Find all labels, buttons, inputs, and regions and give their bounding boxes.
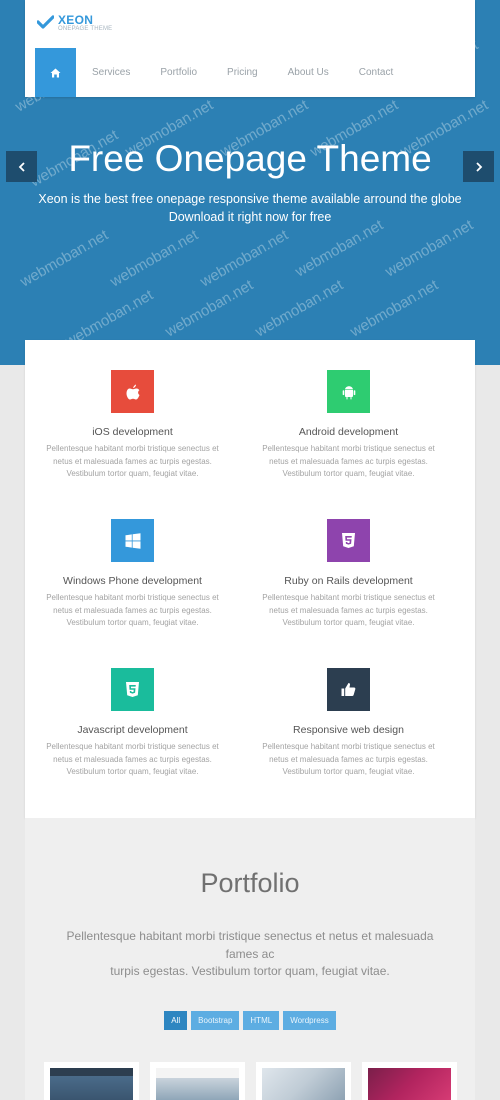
service-description: Pellentesque habitant morbi tristique se… (25, 592, 240, 630)
service-description-line: netus et malesuada fames ac turpis egest… (53, 605, 212, 615)
nav-item-portfolio[interactable]: Portfolio (160, 67, 197, 78)
portfolio-desc-line-1: Pellentesque habitant morbi tristique se… (66, 929, 434, 943)
service-description: Pellentesque habitant morbi tristique se… (241, 592, 456, 630)
service-responsive-design: Responsive web design Pellentesque habita… (241, 668, 456, 779)
service-description-line: Vestibulum tortor quam, feugiat vitae. (282, 767, 415, 776)
watermark-text: webmoban.net (162, 276, 257, 341)
service-description-line: Vestibulum tortor quam, feugiat vitae. (66, 618, 199, 627)
service-description-line: netus et malesuada fames ac turpis egest… (53, 456, 212, 466)
filter-all-button[interactable]: All (164, 1011, 188, 1030)
service-description-line: netus et malesuada fames ac turpis egest… (269, 605, 428, 615)
thumbnail-image (50, 1068, 133, 1100)
nav-item-about-us[interactable]: About Us (288, 67, 329, 78)
service-title: iOS development (92, 426, 173, 438)
watermark-text: webmoban.net (107, 226, 202, 291)
html5-icon (327, 519, 370, 562)
nav-item-services[interactable]: Services (92, 67, 130, 78)
watermark-text: webmoban.net (347, 276, 442, 341)
service-description-line: Vestibulum tortor quam, feugiat vitae. (282, 469, 415, 478)
service-description: Pellentesque habitant morbi tristique se… (25, 443, 240, 481)
apple-icon (111, 370, 154, 413)
watermark-text: webmoban.net (382, 216, 477, 281)
portfolio-desc-line-2: fames ac (225, 946, 275, 961)
service-ios: iOS development Pellentesque habitant mor… (25, 370, 240, 481)
portfolio-filters: All Bootstrap HTML Wordpress (25, 1011, 475, 1030)
portfolio-desc-line-3: turpis egestas. Vestibulum tortor quam, … (110, 964, 390, 978)
watermark-text: webmoban.net (17, 226, 112, 291)
css3-icon (111, 668, 154, 711)
portfolio-section: Portfolio Pellentesque habitant morbi tr… (25, 818, 475, 1100)
hero-section: webmoban.net webmoban.net webmoban.net webm… (0, 0, 500, 365)
service-description-line: Vestibulum tortor quam, feugiat vitae. (66, 469, 199, 478)
service-description-line: netus et malesuada fames ac turpis egest… (269, 754, 428, 764)
nav-item-contact[interactable]: Contact (359, 67, 393, 78)
brand-name: XEON (58, 13, 94, 27)
service-description-line: Pellentesque habitant morbi tristique se… (46, 742, 219, 751)
service-description-line: Pellentesque habitant morbi tristique se… (262, 444, 435, 453)
nav-home-button[interactable] (35, 48, 76, 97)
thumbs-up-icon (327, 668, 370, 711)
services-section: iOS development Pellentesque habitant mor… (25, 340, 475, 818)
main-nav: Services Portfolio Pricing About Us Cont… (35, 48, 408, 97)
service-title: Windows Phone development (63, 575, 202, 587)
service-ruby-on-rails: Ruby on Rails development Pellentesque ha… (241, 519, 456, 630)
hero-subtitle-line-1: Xeon is the best free onepage responsive… (38, 192, 462, 206)
service-description-line: Pellentesque habitant morbi tristique se… (46, 593, 219, 602)
portfolio-title: Portfolio (200, 868, 300, 898)
watermark-text: webmoban.net (292, 216, 387, 281)
service-description-line: Pellentesque habitant morbi tristique se… (262, 593, 435, 602)
watermark-text: webmoban.net (252, 276, 347, 341)
thumbnail-image (156, 1068, 239, 1100)
service-description-line: Pellentesque habitant morbi tristique se… (262, 742, 435, 751)
service-android: Android development Pellentesque habitant… (241, 370, 456, 481)
service-description-line: netus et malesuada fames ac turpis egest… (269, 456, 428, 466)
service-title: Responsive web design (293, 724, 404, 736)
service-description: Pellentesque habitant morbi tristique se… (25, 741, 240, 779)
home-icon (50, 68, 61, 77)
service-javascript: Javascript development Pellentesque habit… (25, 668, 240, 779)
portfolio-description: Pellentesque habitant morbi tristique se… (45, 928, 455, 981)
nav-item-pricing[interactable]: Pricing (227, 67, 258, 78)
thumbnail-image (262, 1068, 345, 1100)
portfolio-thumbnail[interactable] (256, 1062, 351, 1100)
filter-wordpress-button[interactable]: Wordpress (283, 1011, 336, 1030)
filter-html-button[interactable]: HTML (243, 1011, 280, 1030)
brand-tagline: ONEPAGE THEME (58, 26, 113, 32)
portfolio-thumbnail[interactable] (150, 1062, 245, 1100)
service-description-line: Vestibulum tortor quam, feugiat vitae. (282, 618, 415, 627)
hero-subtitle-line-2: Download it right now for free (168, 210, 332, 224)
service-title: Javascript development (77, 724, 188, 736)
navbar: XEON ONEPAGE THEME Services Portfolio Pr… (25, 0, 475, 97)
service-description-line: Vestibulum tortor quam, feugiat vitae. (66, 767, 199, 776)
service-title: Android development (298, 426, 399, 438)
hero-title: Free Onepage Theme (68, 138, 432, 179)
watermark-text: webmoban.net (197, 226, 292, 291)
portfolio-thumbnail[interactable] (44, 1062, 139, 1100)
windows-icon (111, 519, 154, 562)
thumbnail-image (368, 1068, 451, 1100)
filter-bootstrap-button[interactable]: Bootstrap (191, 1011, 240, 1030)
portfolio-thumbnail[interactable] (362, 1062, 457, 1100)
service-windows-phone: Windows Phone development Pellentesque ha… (25, 519, 240, 630)
service-description: Pellentesque habitant morbi tristique se… (241, 741, 456, 779)
service-description-line: netus et malesuada fames ac turpis egest… (53, 754, 212, 764)
service-title: Ruby on Rails development (284, 575, 413, 587)
service-description-line: Pellentesque habitant morbi tristique se… (46, 444, 219, 453)
check-icon (37, 15, 54, 29)
android-icon (327, 370, 370, 413)
service-description: Pellentesque habitant morbi tristique se… (241, 443, 456, 481)
